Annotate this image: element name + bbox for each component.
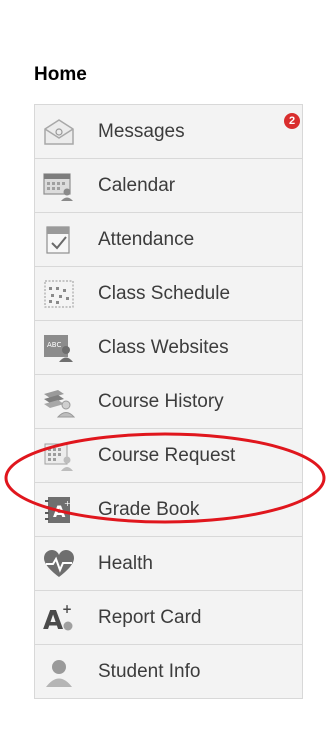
menu-item-label: Course History — [98, 390, 224, 412]
svg-text:A: A — [43, 606, 63, 634]
home-menu: Messages 2 Calendar Attendance Class Sch… — [34, 104, 303, 699]
grade-book-icon: A + — [42, 493, 76, 527]
menu-item-attendance[interactable]: Attendance — [35, 213, 302, 267]
menu-item-label: Health — [98, 552, 153, 574]
svg-text:ABC: ABC — [47, 341, 61, 349]
heart-pulse-icon — [42, 547, 76, 581]
svg-text:+: + — [64, 499, 71, 508]
menu-item-course-request[interactable]: Course Request — [35, 429, 302, 483]
menu-item-label: Class Websites — [98, 336, 229, 358]
menu-item-label: Class Schedule — [98, 282, 231, 304]
schedule-grid-icon — [42, 277, 76, 311]
menu-item-grade-book[interactable]: A + Grade Book — [35, 483, 302, 537]
menu-item-class-websites[interactable]: ABC Class Websites — [35, 321, 302, 375]
menu-item-label: Messages — [98, 120, 185, 142]
menu-item-health[interactable]: Health — [35, 537, 302, 591]
menu-item-student-info[interactable]: Student Info — [35, 645, 302, 698]
menu-item-label: Grade Book — [98, 498, 200, 520]
menu-item-label: Calendar — [98, 174, 176, 196]
course-request-icon — [42, 439, 76, 473]
report-card-grade-icon: A + — [42, 601, 76, 635]
page-title: Home — [34, 64, 87, 85]
menu-item-class-schedule[interactable]: Class Schedule — [35, 267, 302, 321]
student-user-icon — [42, 655, 76, 689]
menu-item-calendar[interactable]: Calendar — [35, 159, 302, 213]
menu-item-report-card[interactable]: A + Report Card — [35, 591, 302, 645]
books-user-icon — [42, 385, 76, 419]
menu-item-label: Attendance — [98, 228, 195, 250]
unread-count-badge: 2 — [284, 113, 300, 129]
class-websites-icon: ABC — [42, 331, 76, 365]
svg-text:+: + — [62, 602, 72, 616]
attendance-check-icon — [42, 223, 76, 257]
menu-item-label: Report Card — [98, 606, 202, 628]
calendar-icon — [42, 169, 76, 203]
menu-item-label: Course Request — [98, 444, 236, 466]
envelope-icon — [42, 115, 76, 149]
menu-item-course-history[interactable]: Course History — [35, 375, 302, 429]
menu-item-label: Student Info — [98, 660, 201, 682]
menu-item-messages[interactable]: Messages 2 — [35, 105, 302, 159]
